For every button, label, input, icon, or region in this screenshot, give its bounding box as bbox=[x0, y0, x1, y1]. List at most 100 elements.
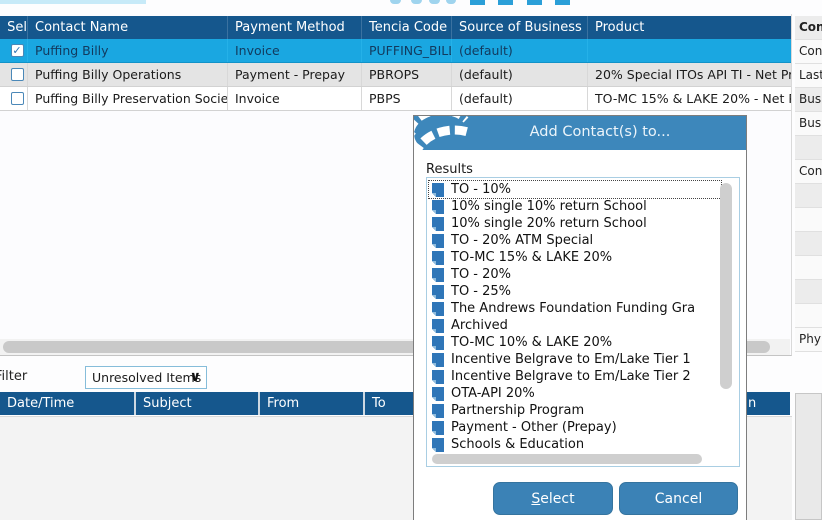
cell-product: 20% Special ITOs API TI - Net Pri bbox=[588, 63, 791, 86]
add-contacts-dialog: Add Contact(s) to... Results TO - 10% 10… bbox=[413, 115, 747, 520]
column-header-sel[interactable]: Sel bbox=[0, 16, 28, 39]
document-icon bbox=[432, 234, 444, 248]
toolbar-icon-fragment[interactable] bbox=[411, 0, 422, 4]
detail-field-label bbox=[795, 184, 822, 208]
list-item[interactable]: TO - 10% bbox=[429, 181, 721, 198]
document-icon bbox=[432, 251, 444, 265]
document-icon bbox=[432, 421, 444, 435]
cell-product bbox=[588, 39, 791, 62]
document-icon bbox=[432, 217, 444, 231]
toolbar-icon-fragment[interactable] bbox=[429, 0, 440, 4]
list-item[interactable]: 10% single 20% return School bbox=[429, 215, 721, 232]
select-button-accesskey: S bbox=[531, 491, 540, 507]
list-item-label: TO - 10% bbox=[451, 182, 511, 197]
list-item[interactable]: TO-MC 10% & LAKE 20% bbox=[429, 334, 721, 351]
cell-source: (default) bbox=[452, 87, 588, 110]
list-item[interactable]: Archived bbox=[429, 317, 721, 334]
list-item[interactable]: TO - 20% bbox=[429, 266, 721, 283]
document-icon bbox=[432, 302, 444, 316]
cell-tencia-code: PUFFING_BILLY bbox=[362, 39, 452, 62]
row-checkbox[interactable] bbox=[11, 68, 24, 81]
document-icon bbox=[432, 319, 444, 333]
list-item-label: Archived bbox=[451, 318, 508, 333]
filter-dropdown[interactable]: Unresolved Items ∨ bbox=[85, 366, 207, 389]
table-row[interactable]: Puffing Billy Preservation Society Invoi… bbox=[0, 87, 791, 111]
listbox-vertical-scrollbar-thumb[interactable] bbox=[720, 183, 732, 389]
cell-source: (default) bbox=[452, 39, 588, 62]
column-header-tencia[interactable]: Tencia Code bbox=[362, 16, 452, 39]
list-item-label: Incentive Belgrave to Em/Lake Tier 2 bbox=[451, 369, 691, 384]
column-header-source[interactable]: Source of Business bbox=[452, 16, 588, 39]
document-icon bbox=[432, 336, 444, 350]
column-header-clipped[interactable]: n bbox=[741, 392, 790, 415]
detail-field-label bbox=[795, 232, 822, 256]
column-header-datetime[interactable]: Date/Time bbox=[0, 392, 136, 415]
list-item-label: 10% single 10% return School bbox=[451, 199, 647, 214]
list-item-label: 10% single 20% return School bbox=[451, 216, 647, 231]
document-icon bbox=[432, 268, 444, 282]
detail-field-label: Phy bbox=[795, 328, 822, 352]
list-item[interactable]: TO - 20% ATM Special bbox=[429, 232, 721, 249]
list-item[interactable]: TO-MC 15% & LAKE 20% bbox=[429, 249, 721, 266]
list-item[interactable]: Incentive Belgrave to Em/Lake Tier 1 bbox=[429, 351, 721, 368]
filter-label: Filter bbox=[0, 369, 27, 384]
cell-contact-name: Puffing Billy bbox=[28, 39, 228, 62]
cell-contact-name: Puffing Billy Operations bbox=[28, 63, 228, 86]
list-item-label: TO-MC 15% & LAKE 20% bbox=[451, 250, 612, 265]
cancel-button[interactable]: Cancel bbox=[619, 482, 738, 515]
list-item[interactable]: OTA-API 20% bbox=[429, 385, 721, 402]
globe-logo-icon bbox=[414, 116, 470, 150]
list-item-label: TO-MC 10% & LAKE 20% bbox=[451, 335, 612, 350]
cell-source: (default) bbox=[452, 63, 588, 86]
detail-field-label bbox=[795, 136, 822, 160]
detail-field-label: Bus bbox=[795, 112, 822, 136]
list-item-label: Partnership Program bbox=[451, 403, 584, 418]
list-item[interactable]: Partnership Program bbox=[429, 402, 721, 419]
listbox-horizontal-scrollbar-thumb[interactable] bbox=[432, 454, 702, 464]
toolbar-icon-fragment[interactable] bbox=[527, 0, 542, 5]
cell-payment: Payment - Prepay bbox=[228, 63, 362, 86]
detail-field-label bbox=[795, 280, 822, 304]
list-item[interactable]: TO - 25% bbox=[429, 283, 721, 300]
toolbar-icon-fragment[interactable] bbox=[555, 0, 570, 5]
document-icon bbox=[432, 387, 444, 401]
column-header-product[interactable]: Product bbox=[588, 16, 791, 39]
list-item-label: Incentive Belgrave to Em/Lake Tier 1 bbox=[451, 352, 691, 367]
column-header-payment[interactable]: Payment Method bbox=[228, 16, 362, 39]
column-header-contact[interactable]: Contact Name bbox=[28, 16, 228, 39]
select-button[interactable]: Select bbox=[493, 482, 613, 515]
column-header-subject[interactable]: Subject bbox=[136, 392, 260, 415]
list-item-label: The Andrews Foundation Funding Gra bbox=[451, 301, 695, 316]
detail-field-label bbox=[795, 304, 822, 328]
toolbar-icon-fragment[interactable] bbox=[470, 0, 485, 5]
column-header-from[interactable]: From bbox=[260, 392, 365, 415]
detail-field-label bbox=[795, 208, 822, 232]
document-icon bbox=[432, 200, 444, 214]
list-item-label: TO - 25% bbox=[451, 284, 511, 299]
table-row[interactable]: Puffing Billy Operations Payment - Prepa… bbox=[0, 63, 791, 87]
toolbar-icon-fragment[interactable] bbox=[498, 0, 513, 5]
row-checkbox[interactable] bbox=[11, 92, 24, 105]
cell-payment: Invoice bbox=[228, 39, 362, 62]
table-row[interactable]: ✓ Puffing Billy Invoice PUFFING_BILLY (d… bbox=[0, 39, 791, 63]
detail-panel-clipped: Con Con Last Bus Bus Con Phy bbox=[795, 16, 822, 352]
detail-field-label: Con bbox=[795, 160, 822, 184]
toolbar-icon-fragment[interactable] bbox=[446, 0, 456, 4]
list-item[interactable]: Incentive Belgrave to Em/Lake Tier 2 bbox=[429, 368, 721, 385]
chevron-down-icon: ∨ bbox=[190, 369, 201, 385]
dialog-title: Add Contact(s) to... bbox=[470, 124, 730, 140]
toolbar-icon-fragment[interactable] bbox=[390, 0, 401, 4]
cell-product: TO-MC 15% & LAKE 20% - Net Pr bbox=[588, 87, 791, 110]
row-checkbox-checked[interactable]: ✓ bbox=[11, 44, 24, 57]
list-item[interactable]: Schools & Education bbox=[429, 436, 721, 453]
cell-payment: Invoice bbox=[228, 87, 362, 110]
results-listbox[interactable]: TO - 10% 10% single 10% return School 10… bbox=[426, 177, 740, 467]
document-icon bbox=[432, 183, 444, 197]
cell-tencia-code: PBPS bbox=[362, 87, 452, 110]
list-item[interactable]: Payment - Other (Prepay) bbox=[429, 419, 721, 436]
list-item[interactable]: 10% single 10% return School bbox=[429, 198, 721, 215]
document-icon bbox=[432, 438, 444, 452]
list-item[interactable]: The Andrews Foundation Funding Gra bbox=[429, 300, 721, 317]
document-icon bbox=[432, 370, 444, 384]
document-icon bbox=[432, 353, 444, 367]
